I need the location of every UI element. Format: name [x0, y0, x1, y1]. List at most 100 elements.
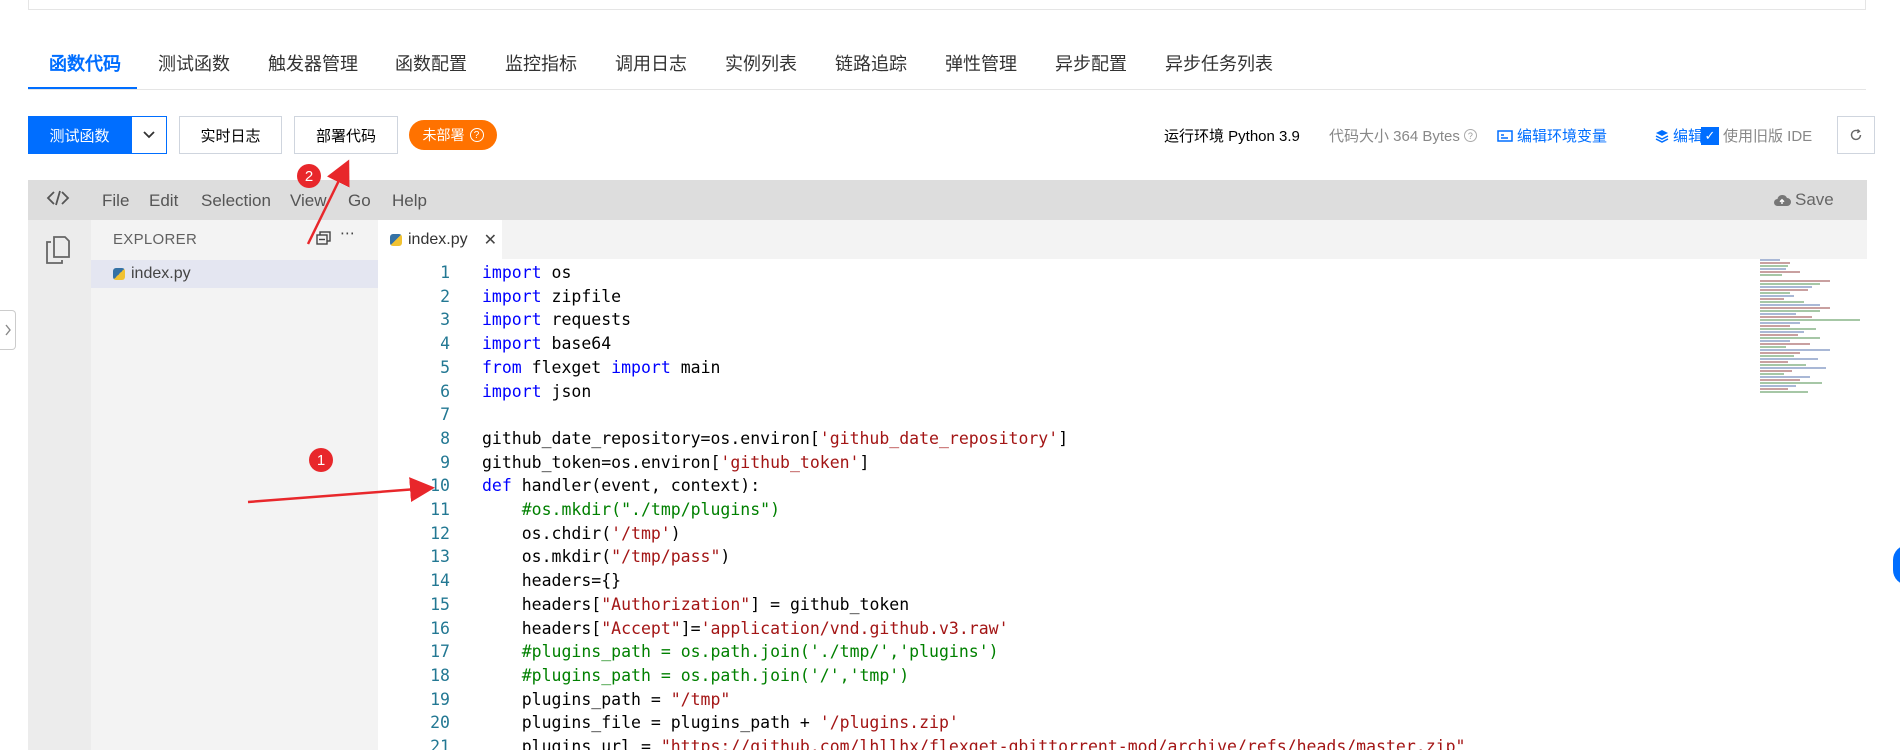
realtime-log-button[interactable]: 实时日志: [179, 116, 282, 154]
code-token: ]: [1058, 428, 1069, 448]
minimap-line: [1760, 292, 1790, 294]
menu-go[interactable]: Go: [348, 191, 371, 211]
python-file-icon: [390, 233, 402, 246]
code-text: headers={}: [482, 569, 621, 593]
minimap-line: [1760, 319, 1860, 321]
code-line[interactable]: 15 headers["Authorization"] = github_tok…: [378, 593, 1758, 617]
minimap-line: [1760, 349, 1830, 351]
minimap-line: [1760, 283, 1820, 285]
code-line[interactable]: 20 plugins_file = plugins_path + '/plugi…: [378, 711, 1758, 735]
code-token: def: [482, 476, 512, 496]
code-text: from flexget import main: [482, 356, 720, 380]
status-text: 未部署: [422, 127, 465, 143]
deploy-code-button[interactable]: 部署代码: [294, 116, 398, 154]
code-line[interactable]: 2 import zipfile: [378, 285, 1758, 309]
refresh-button[interactable]: [1837, 116, 1875, 154]
menu-view[interactable]: View: [290, 191, 327, 211]
code-line[interactable]: 12 os.chdir('/tmp'): [378, 522, 1758, 546]
code-line[interactable]: 5 from flexget import main: [378, 356, 1758, 380]
code-token: github_date_repository=os.environ[: [482, 428, 820, 448]
code-line[interactable]: 21 plugins_url = "https://github.com/lhl…: [378, 735, 1758, 750]
menu-help[interactable]: Help: [392, 191, 427, 211]
menu-edit[interactable]: Edit: [149, 191, 178, 211]
more-actions-icon[interactable]: ⋯: [340, 224, 355, 242]
edit-env-link[interactable]: 编辑环境变量: [1497, 125, 1607, 146]
question-icon[interactable]: ?: [469, 128, 484, 142]
menu-selection[interactable]: Selection: [201, 191, 271, 211]
close-tab-icon[interactable]: ✕: [484, 230, 497, 250]
code-line[interactable]: 3 import requests: [378, 308, 1758, 332]
file-name: index.py: [131, 265, 191, 282]
code-line[interactable]: 11 #os.mkdir("./tmp/plugins"): [378, 498, 1758, 522]
expand-sidebar-handle[interactable]: [0, 310, 16, 350]
minimap[interactable]: [1760, 259, 1867, 409]
tab-async-task-list[interactable]: 异步任务列表: [1165, 50, 1273, 76]
tab-function-code[interactable]: 函数代码: [49, 50, 121, 76]
tab-instance-list[interactable]: 实例列表: [725, 50, 797, 76]
code-token: json: [541, 381, 592, 401]
deploy-status-badge: 未部署 ?: [409, 120, 497, 150]
code-token: github_token=os.environ[: [482, 452, 721, 472]
minimap-line: [1760, 295, 1794, 297]
tab-monitoring[interactable]: 监控指标: [505, 50, 577, 76]
code-line[interactable]: 8 github_date_repository=os.environ['gith…: [378, 427, 1758, 451]
tab-test-function[interactable]: 测试函数: [158, 50, 230, 76]
files-icon[interactable]: [46, 236, 70, 264]
code-line[interactable]: 6 import json: [378, 380, 1758, 404]
minimap-line: [1760, 388, 1788, 390]
code-token: from: [482, 357, 522, 377]
code-token: ): [720, 547, 731, 567]
code-token: flexget: [521, 357, 612, 377]
minimap-line: [1760, 370, 1792, 372]
checkbox-checked-icon[interactable]: ✓: [1701, 126, 1719, 145]
code-line[interactable]: 19 plugins_path = "/tmp": [378, 688, 1758, 712]
code-text: #os.mkdir("./tmp/plugins"): [482, 498, 780, 522]
tab-invocation-log[interactable]: 调用日志: [615, 50, 687, 76]
code-text: plugins_file = plugins_path + '/plugins.…: [482, 711, 959, 735]
code-token: handler(event, context):: [511, 476, 761, 496]
code-text: os.mkdir("/tmp/pass"): [482, 545, 731, 569]
tab-tracing[interactable]: 链路追踪: [835, 50, 907, 76]
help-icon[interactable]: ?: [1463, 129, 1477, 142]
editor-tab-index-py[interactable]: index.py ✕: [378, 220, 502, 259]
code-line[interactable]: 18 #plugins_path = os.path.join('/','tmp…: [378, 664, 1758, 688]
code-token: import: [482, 286, 542, 306]
code-line[interactable]: 13 os.mkdir("/tmp/pass"): [378, 545, 1758, 569]
code-line[interactable]: 1 import os: [378, 261, 1758, 285]
code-line[interactable]: 16 headers["Accept"]='application/vnd.gi…: [378, 617, 1758, 641]
tab-elastic[interactable]: 弹性管理: [945, 50, 1017, 76]
save-button[interactable]: Save: [1773, 190, 1834, 210]
code-token: #os.mkdir("./tmp/plugins"): [521, 500, 781, 519]
test-function-button[interactable]: 测试函数: [28, 116, 131, 154]
menu-file[interactable]: File: [102, 191, 129, 211]
code-line[interactable]: 17 #plugins_path = os.path.join('./tmp/'…: [378, 640, 1758, 664]
test-options-dropdown[interactable]: [131, 116, 167, 154]
file-item-index-py[interactable]: index.py: [91, 260, 378, 288]
code-token: requests: [541, 310, 632, 330]
code-editor[interactable]: 1 import os 2 import zipfile 3 import request…: [378, 259, 1867, 750]
code-text: #plugins_path = os.path.join('/','tmp'): [482, 664, 909, 688]
code-text: plugins_url = "https://github.com/lhllhx…: [482, 735, 1466, 750]
code-line[interactable]: 7: [378, 403, 1758, 427]
annotation-badge-1: 1: [309, 448, 333, 472]
code-text: def handler(event, context):: [482, 474, 760, 498]
tab-function-config[interactable]: 函数配置: [395, 50, 467, 76]
code-token: #plugins_path = os.path.join('/','tmp'): [521, 665, 910, 685]
minimap-line: [1760, 274, 1782, 276]
code-line[interactable]: 10 def handler(event, context):: [378, 474, 1758, 498]
code-line[interactable]: 9 github_token=os.environ['github_token']: [378, 451, 1758, 475]
code-token: ): [670, 523, 681, 543]
minimap-line: [1760, 346, 1786, 348]
minimap-line: [1760, 367, 1826, 369]
code-line[interactable]: 14 headers={}: [378, 569, 1758, 593]
floating-help-button[interactable]: [1893, 545, 1900, 585]
code-token: base64: [541, 334, 612, 354]
collapse-all-icon[interactable]: [316, 231, 332, 245]
cloud-ide: File Edit Selection View Go Help Save EX…: [28, 180, 1867, 750]
tab-trigger-management[interactable]: 触发器管理: [268, 50, 358, 76]
code-line[interactable]: 4 import base64: [378, 332, 1758, 356]
code-token: plugins_file = plugins_path +: [482, 713, 820, 733]
legacy-ide-toggle[interactable]: ✓ 使用旧版 IDE: [1701, 125, 1812, 146]
tab-async-config[interactable]: 异步配置: [1055, 50, 1127, 76]
